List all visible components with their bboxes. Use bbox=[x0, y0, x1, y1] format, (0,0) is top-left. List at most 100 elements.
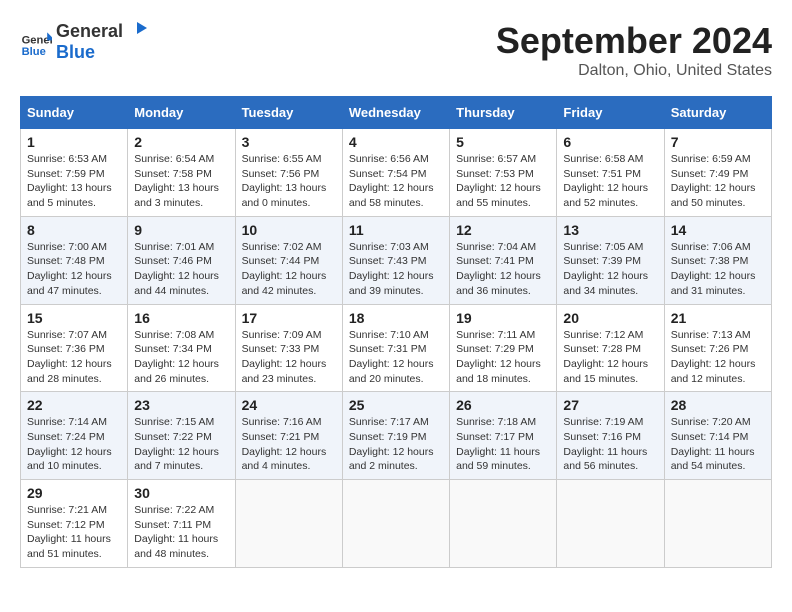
sunrise-label: Sunrise: 6:57 AM bbox=[456, 153, 536, 165]
day-info: Sunrise: 7:05 AM Sunset: 7:39 PM Dayligh… bbox=[563, 240, 657, 299]
sunrise-label: Sunrise: 6:55 AM bbox=[242, 153, 322, 165]
calendar-cell: 17 Sunrise: 7:09 AM Sunset: 7:33 PM Dayl… bbox=[235, 304, 342, 392]
daylight-label: Daylight: 12 hours and 20 minutes. bbox=[349, 358, 434, 385]
day-info: Sunrise: 7:21 AM Sunset: 7:12 PM Dayligh… bbox=[27, 503, 121, 562]
day-number: 23 bbox=[134, 397, 228, 413]
day-number: 27 bbox=[563, 397, 657, 413]
sunrise-label: Sunrise: 7:01 AM bbox=[134, 241, 214, 253]
sunrise-label: Sunrise: 6:54 AM bbox=[134, 153, 214, 165]
day-number: 6 bbox=[563, 134, 657, 150]
day-info: Sunrise: 7:09 AM Sunset: 7:33 PM Dayligh… bbox=[242, 328, 336, 387]
logo: General Blue General Blue bbox=[20, 20, 147, 63]
day-info: Sunrise: 7:19 AM Sunset: 7:16 PM Dayligh… bbox=[563, 415, 657, 474]
calendar-cell: 9 Sunrise: 7:01 AM Sunset: 7:46 PM Dayli… bbox=[128, 216, 235, 304]
day-number: 1 bbox=[27, 134, 121, 150]
day-info: Sunrise: 6:53 AM Sunset: 7:59 PM Dayligh… bbox=[27, 152, 121, 211]
daylight-label: Daylight: 11 hours and 54 minutes. bbox=[671, 446, 755, 473]
day-info: Sunrise: 6:55 AM Sunset: 7:56 PM Dayligh… bbox=[242, 152, 336, 211]
day-number: 11 bbox=[349, 222, 443, 238]
day-number: 19 bbox=[456, 310, 550, 326]
location: Dalton, Ohio, United States bbox=[496, 62, 772, 80]
calendar-week-4: 22 Sunrise: 7:14 AM Sunset: 7:24 PM Dayl… bbox=[21, 392, 772, 480]
sunset-label: Sunset: 7:29 PM bbox=[456, 343, 534, 355]
daylight-label: Daylight: 12 hours and 55 minutes. bbox=[456, 182, 541, 209]
sunset-label: Sunset: 7:21 PM bbox=[242, 431, 320, 443]
sunset-label: Sunset: 7:54 PM bbox=[349, 168, 427, 180]
daylight-label: Daylight: 13 hours and 3 minutes. bbox=[134, 182, 219, 209]
day-info: Sunrise: 7:10 AM Sunset: 7:31 PM Dayligh… bbox=[349, 328, 443, 387]
sunrise-label: Sunrise: 7:14 AM bbox=[27, 416, 107, 428]
daylight-label: Daylight: 12 hours and 44 minutes. bbox=[134, 270, 219, 297]
calendar-cell: 16 Sunrise: 7:08 AM Sunset: 7:34 PM Dayl… bbox=[128, 304, 235, 392]
calendar-cell: 6 Sunrise: 6:58 AM Sunset: 7:51 PM Dayli… bbox=[557, 129, 664, 217]
month-title: September 2024 bbox=[496, 20, 772, 62]
day-info: Sunrise: 7:03 AM Sunset: 7:43 PM Dayligh… bbox=[349, 240, 443, 299]
daylight-label: Daylight: 12 hours and 26 minutes. bbox=[134, 358, 219, 385]
daylight-label: Daylight: 12 hours and 58 minutes. bbox=[349, 182, 434, 209]
calendar-cell: 21 Sunrise: 7:13 AM Sunset: 7:26 PM Dayl… bbox=[664, 304, 771, 392]
daylight-label: Daylight: 12 hours and 34 minutes. bbox=[563, 270, 648, 297]
sunrise-label: Sunrise: 7:05 AM bbox=[563, 241, 643, 253]
calendar-week-1: 1 Sunrise: 6:53 AM Sunset: 7:59 PM Dayli… bbox=[21, 129, 772, 217]
sunset-label: Sunset: 7:16 PM bbox=[563, 431, 641, 443]
calendar-cell: 26 Sunrise: 7:18 AM Sunset: 7:17 PM Dayl… bbox=[450, 392, 557, 480]
calendar-week-5: 29 Sunrise: 7:21 AM Sunset: 7:12 PM Dayl… bbox=[21, 480, 772, 568]
sunrise-label: Sunrise: 7:09 AM bbox=[242, 329, 322, 341]
calendar-cell: 4 Sunrise: 6:56 AM Sunset: 7:54 PM Dayli… bbox=[342, 129, 449, 217]
day-number: 4 bbox=[349, 134, 443, 150]
calendar-cell bbox=[557, 480, 664, 568]
calendar-cell: 15 Sunrise: 7:07 AM Sunset: 7:36 PM Dayl… bbox=[21, 304, 128, 392]
header-tuesday: Tuesday bbox=[235, 97, 342, 129]
calendar-cell: 22 Sunrise: 7:14 AM Sunset: 7:24 PM Dayl… bbox=[21, 392, 128, 480]
sunset-label: Sunset: 7:11 PM bbox=[134, 519, 211, 531]
sunset-label: Sunset: 7:59 PM bbox=[27, 168, 105, 180]
daylight-label: Daylight: 11 hours and 56 minutes. bbox=[563, 446, 647, 473]
calendar-cell: 23 Sunrise: 7:15 AM Sunset: 7:22 PM Dayl… bbox=[128, 392, 235, 480]
day-number: 29 bbox=[27, 485, 121, 501]
sunset-label: Sunset: 7:24 PM bbox=[27, 431, 105, 443]
calendar-cell: 30 Sunrise: 7:22 AM Sunset: 7:11 PM Dayl… bbox=[128, 480, 235, 568]
daylight-label: Daylight: 11 hours and 48 minutes. bbox=[134, 533, 218, 560]
day-number: 10 bbox=[242, 222, 336, 238]
sunrise-label: Sunrise: 7:13 AM bbox=[671, 329, 751, 341]
calendar-cell: 14 Sunrise: 7:06 AM Sunset: 7:38 PM Dayl… bbox=[664, 216, 771, 304]
sunset-label: Sunset: 7:28 PM bbox=[563, 343, 641, 355]
day-number: 24 bbox=[242, 397, 336, 413]
day-info: Sunrise: 7:01 AM Sunset: 7:46 PM Dayligh… bbox=[134, 240, 228, 299]
calendar-cell: 24 Sunrise: 7:16 AM Sunset: 7:21 PM Dayl… bbox=[235, 392, 342, 480]
calendar-cell: 18 Sunrise: 7:10 AM Sunset: 7:31 PM Dayl… bbox=[342, 304, 449, 392]
logo-icon: General Blue bbox=[20, 26, 52, 58]
sunset-label: Sunset: 7:44 PM bbox=[242, 255, 320, 267]
day-info: Sunrise: 7:20 AM Sunset: 7:14 PM Dayligh… bbox=[671, 415, 765, 474]
day-info: Sunrise: 6:59 AM Sunset: 7:49 PM Dayligh… bbox=[671, 152, 765, 211]
day-number: 13 bbox=[563, 222, 657, 238]
header-saturday: Saturday bbox=[664, 97, 771, 129]
calendar-cell: 25 Sunrise: 7:17 AM Sunset: 7:19 PM Dayl… bbox=[342, 392, 449, 480]
day-info: Sunrise: 7:02 AM Sunset: 7:44 PM Dayligh… bbox=[242, 240, 336, 299]
calendar-cell bbox=[664, 480, 771, 568]
daylight-label: Daylight: 12 hours and 10 minutes. bbox=[27, 446, 112, 473]
sunset-label: Sunset: 7:31 PM bbox=[349, 343, 427, 355]
day-info: Sunrise: 6:54 AM Sunset: 7:58 PM Dayligh… bbox=[134, 152, 228, 211]
daylight-label: Daylight: 13 hours and 0 minutes. bbox=[242, 182, 327, 209]
calendar-cell bbox=[450, 480, 557, 568]
calendar-cell: 2 Sunrise: 6:54 AM Sunset: 7:58 PM Dayli… bbox=[128, 129, 235, 217]
day-number: 26 bbox=[456, 397, 550, 413]
daylight-label: Daylight: 12 hours and 7 minutes. bbox=[134, 446, 219, 473]
sunset-label: Sunset: 7:19 PM bbox=[349, 431, 427, 443]
sunrise-label: Sunrise: 6:59 AM bbox=[671, 153, 751, 165]
sunrise-label: Sunrise: 7:11 AM bbox=[456, 329, 535, 341]
sunset-label: Sunset: 7:56 PM bbox=[242, 168, 320, 180]
calendar-cell: 7 Sunrise: 6:59 AM Sunset: 7:49 PM Dayli… bbox=[664, 129, 771, 217]
daylight-label: Daylight: 13 hours and 5 minutes. bbox=[27, 182, 112, 209]
day-info: Sunrise: 7:11 AM Sunset: 7:29 PM Dayligh… bbox=[456, 328, 550, 387]
calendar-cell: 5 Sunrise: 6:57 AM Sunset: 7:53 PM Dayli… bbox=[450, 129, 557, 217]
calendar-cell bbox=[235, 480, 342, 568]
day-number: 9 bbox=[134, 222, 228, 238]
daylight-label: Daylight: 12 hours and 47 minutes. bbox=[27, 270, 112, 297]
day-info: Sunrise: 7:14 AM Sunset: 7:24 PM Dayligh… bbox=[27, 415, 121, 474]
day-number: 2 bbox=[134, 134, 228, 150]
day-number: 30 bbox=[134, 485, 228, 501]
daylight-label: Daylight: 12 hours and 39 minutes. bbox=[349, 270, 434, 297]
calendar-cell: 3 Sunrise: 6:55 AM Sunset: 7:56 PM Dayli… bbox=[235, 129, 342, 217]
